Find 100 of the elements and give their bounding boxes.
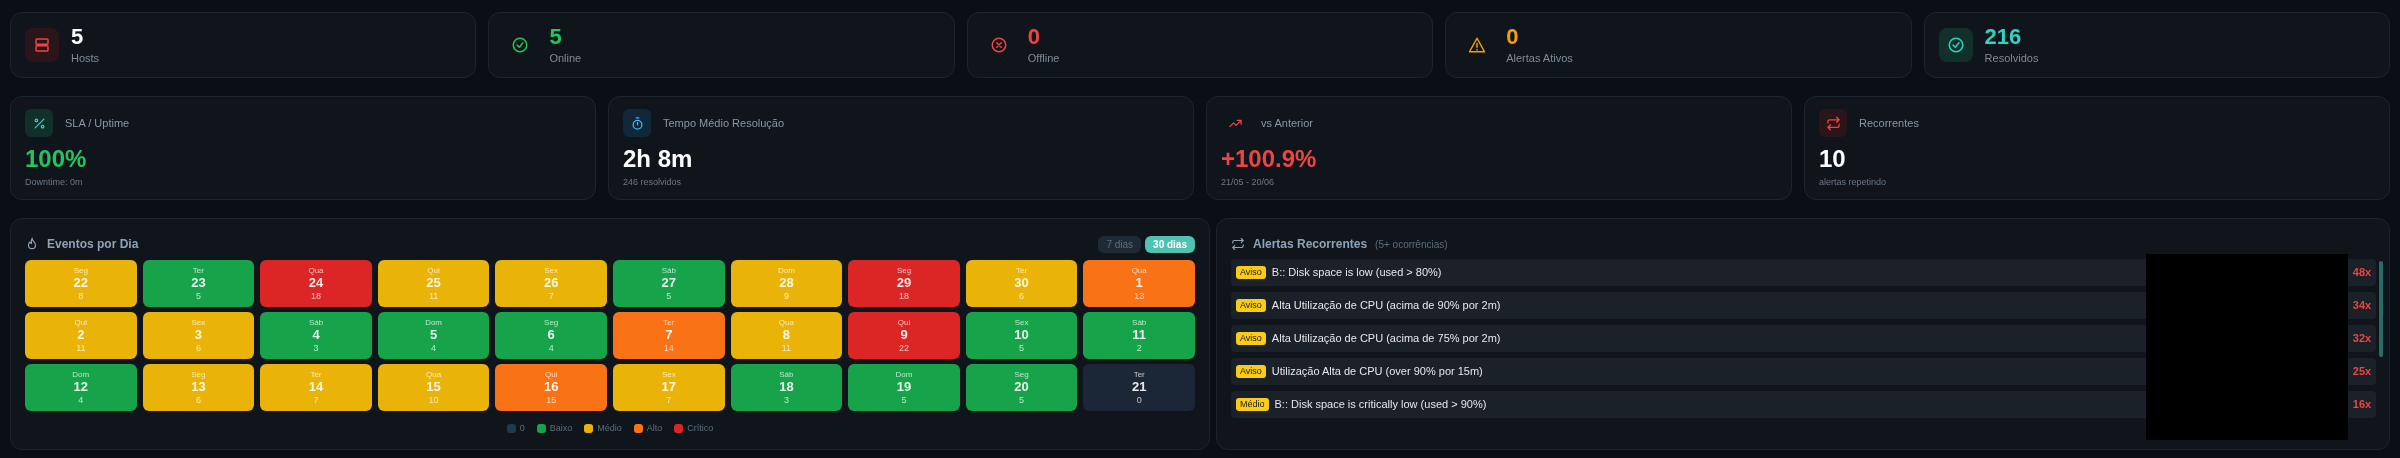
flame-icon bbox=[25, 237, 39, 251]
day-tile[interactable]: Sex 17 7 bbox=[613, 364, 725, 411]
weekday-label: Qui bbox=[544, 369, 558, 380]
day-number: 27 bbox=[661, 276, 676, 290]
error-icon bbox=[989, 36, 1008, 54]
stat-label: Online bbox=[549, 50, 582, 66]
legend-label: Médio bbox=[597, 422, 622, 435]
day-number: 9 bbox=[900, 328, 908, 342]
day-number: 21 bbox=[1131, 380, 1147, 394]
day-tile[interactable]: Dom 12 4 bbox=[25, 364, 137, 411]
day-number: 18 bbox=[779, 380, 794, 394]
weekday-label: Sáb bbox=[1132, 317, 1147, 328]
event-count: 7 bbox=[666, 394, 672, 406]
day-number: 30 bbox=[1014, 276, 1029, 290]
event-count: 5 bbox=[195, 290, 201, 302]
day-tile[interactable]: Seg 20 5 bbox=[965, 364, 1078, 411]
stat-label: Offline bbox=[1027, 50, 1060, 66]
range-tab[interactable]: 7 dias bbox=[1098, 235, 1142, 253]
day-tile[interactable]: Ter 23 5 bbox=[142, 260, 255, 307]
day-tile[interactable]: Qui 25 11 bbox=[377, 260, 490, 307]
weekday-label: Seg bbox=[896, 265, 912, 276]
severity-badge: Aviso bbox=[1236, 299, 1266, 312]
alert-text: Alta Utilização de CPU (acima de 75% por 2m) bbox=[1271, 331, 1502, 347]
event-count: 3 bbox=[783, 394, 789, 406]
event-count: 18 bbox=[899, 290, 909, 302]
scrollbar[interactable] bbox=[2379, 261, 2383, 357]
day-tile[interactable]: Seg 22 8 bbox=[25, 260, 137, 307]
day-number: 5 bbox=[429, 328, 438, 342]
metric-value: 2h 8m bbox=[623, 145, 694, 173]
event-count: 11 bbox=[781, 342, 792, 354]
day-tile[interactable]: Qui 2 11 bbox=[25, 312, 137, 359]
day-tile[interactable]: Sáb 27 5 bbox=[613, 260, 725, 307]
day-tile[interactable]: Sex 3 6 bbox=[142, 312, 255, 359]
day-tile[interactable]: Qua 24 18 bbox=[260, 260, 372, 307]
event-count: 0 bbox=[1136, 394, 1142, 406]
event-count: 7 bbox=[313, 394, 319, 406]
event-count: 5 bbox=[666, 290, 672, 302]
alert-row[interactable]: Aviso Alta Utilização de CPU (acima de 75% por 2m) bbox=[1231, 325, 2146, 352]
metric-title: Tempo Médio Resolução bbox=[663, 115, 785, 131]
occurrence-count: 32x bbox=[2348, 325, 2376, 352]
day-tile[interactable]: Sáb 4 3 bbox=[260, 312, 372, 359]
weekday-label: Sáb bbox=[661, 265, 676, 276]
weekday-label: Sex bbox=[1014, 317, 1029, 328]
day-tile[interactable]: Ter 7 14 bbox=[613, 312, 725, 359]
day-tile[interactable]: Qua 1 13 bbox=[1083, 260, 1195, 307]
event-count: 5 bbox=[1019, 342, 1025, 354]
day-tile[interactable]: Qui 16 15 bbox=[495, 364, 607, 411]
day-tile[interactable]: Dom 28 9 bbox=[730, 260, 843, 307]
day-tile[interactable]: Dom 5 4 bbox=[377, 312, 490, 359]
metric-value: +100.9% bbox=[1221, 145, 1318, 173]
day-tile[interactable]: Qua 15 10 bbox=[377, 364, 490, 411]
metric-subtext: alertas repetindo bbox=[1819, 176, 1888, 189]
alert-row[interactable]: Médio B:: Disk space is critically low (used > 90%) bbox=[1231, 391, 2146, 418]
day-tile[interactable]: Ter 30 6 bbox=[965, 260, 1078, 307]
weekday-label: Dom bbox=[777, 265, 795, 276]
severity-badge: Médio bbox=[1236, 398, 1269, 411]
occurrence-count: 16x bbox=[2348, 391, 2376, 418]
day-tile[interactable]: Sáb 11 2 bbox=[1083, 312, 1195, 359]
day-number: 17 bbox=[661, 380, 676, 394]
weekday-label: Qua bbox=[1131, 265, 1147, 276]
day-number: 26 bbox=[543, 276, 559, 290]
event-count: 11 bbox=[428, 290, 439, 302]
alert-row[interactable]: Aviso Alta Utilização de CPU (acima de 90% por 2m) bbox=[1231, 292, 2146, 319]
alert-row[interactable]: Aviso Utilização Alta de CPU (over 90% por 15m) bbox=[1231, 358, 2146, 385]
event-count: 15 bbox=[546, 394, 557, 406]
day-tile[interactable]: Seg 29 18 bbox=[848, 260, 960, 307]
legend-label: Alto bbox=[646, 422, 663, 435]
occurrence-count: 25x bbox=[2348, 358, 2376, 385]
alert-text: B:: Disk space is critically low (used > 90%) bbox=[1274, 397, 1488, 413]
server-icon bbox=[33, 36, 51, 54]
day-tile[interactable]: Sáb 18 3 bbox=[730, 364, 843, 411]
day-tile[interactable]: Ter 14 7 bbox=[260, 364, 372, 411]
day-tile[interactable]: Sex 26 7 bbox=[495, 260, 607, 307]
warning-icon bbox=[1468, 36, 1487, 54]
day-number: 14 bbox=[308, 380, 324, 394]
panel-note: (5+ ocorrências) bbox=[1375, 237, 1448, 252]
alert-text: Utilização Alta de CPU (over 90% por 15m) bbox=[1271, 364, 1484, 380]
day-tile[interactable]: Seg 13 6 bbox=[142, 364, 255, 411]
legend-label: Baixo bbox=[549, 422, 573, 435]
day-tile[interactable]: Qui 9 22 bbox=[848, 312, 960, 359]
day-number: 24 bbox=[308, 276, 324, 290]
range-tab[interactable]: 30 dias bbox=[1145, 235, 1195, 253]
event-count: 4 bbox=[78, 394, 84, 406]
metric-title: vs Anterior bbox=[1261, 115, 1313, 131]
panel-title: Eventos por Dia bbox=[47, 236, 139, 253]
weekday-label: Seg bbox=[191, 369, 206, 380]
event-count: 6 bbox=[1019, 290, 1025, 302]
alert-row[interactable]: Aviso B:: Disk space is low (used > 80%) bbox=[1231, 259, 2146, 286]
occurrence-count: 48x bbox=[2348, 259, 2376, 286]
day-tile[interactable]: Sex 10 5 bbox=[965, 312, 1078, 359]
weekday-label: Sex bbox=[191, 317, 206, 328]
weekday-label: Dom bbox=[895, 369, 913, 380]
day-tile[interactable]: Seg 6 4 bbox=[495, 312, 607, 359]
day-tile[interactable]: Ter 21 0 bbox=[1083, 364, 1195, 411]
alert-text: B:: Disk space is low (used > 80%) bbox=[1271, 265, 1443, 281]
metric-title: SLA / Uptime bbox=[65, 115, 130, 131]
day-tile[interactable]: Dom 19 5 bbox=[848, 364, 960, 411]
event-count: 4 bbox=[431, 342, 437, 354]
event-count: 11 bbox=[76, 342, 86, 354]
day-tile[interactable]: Qua 8 11 bbox=[730, 312, 843, 359]
